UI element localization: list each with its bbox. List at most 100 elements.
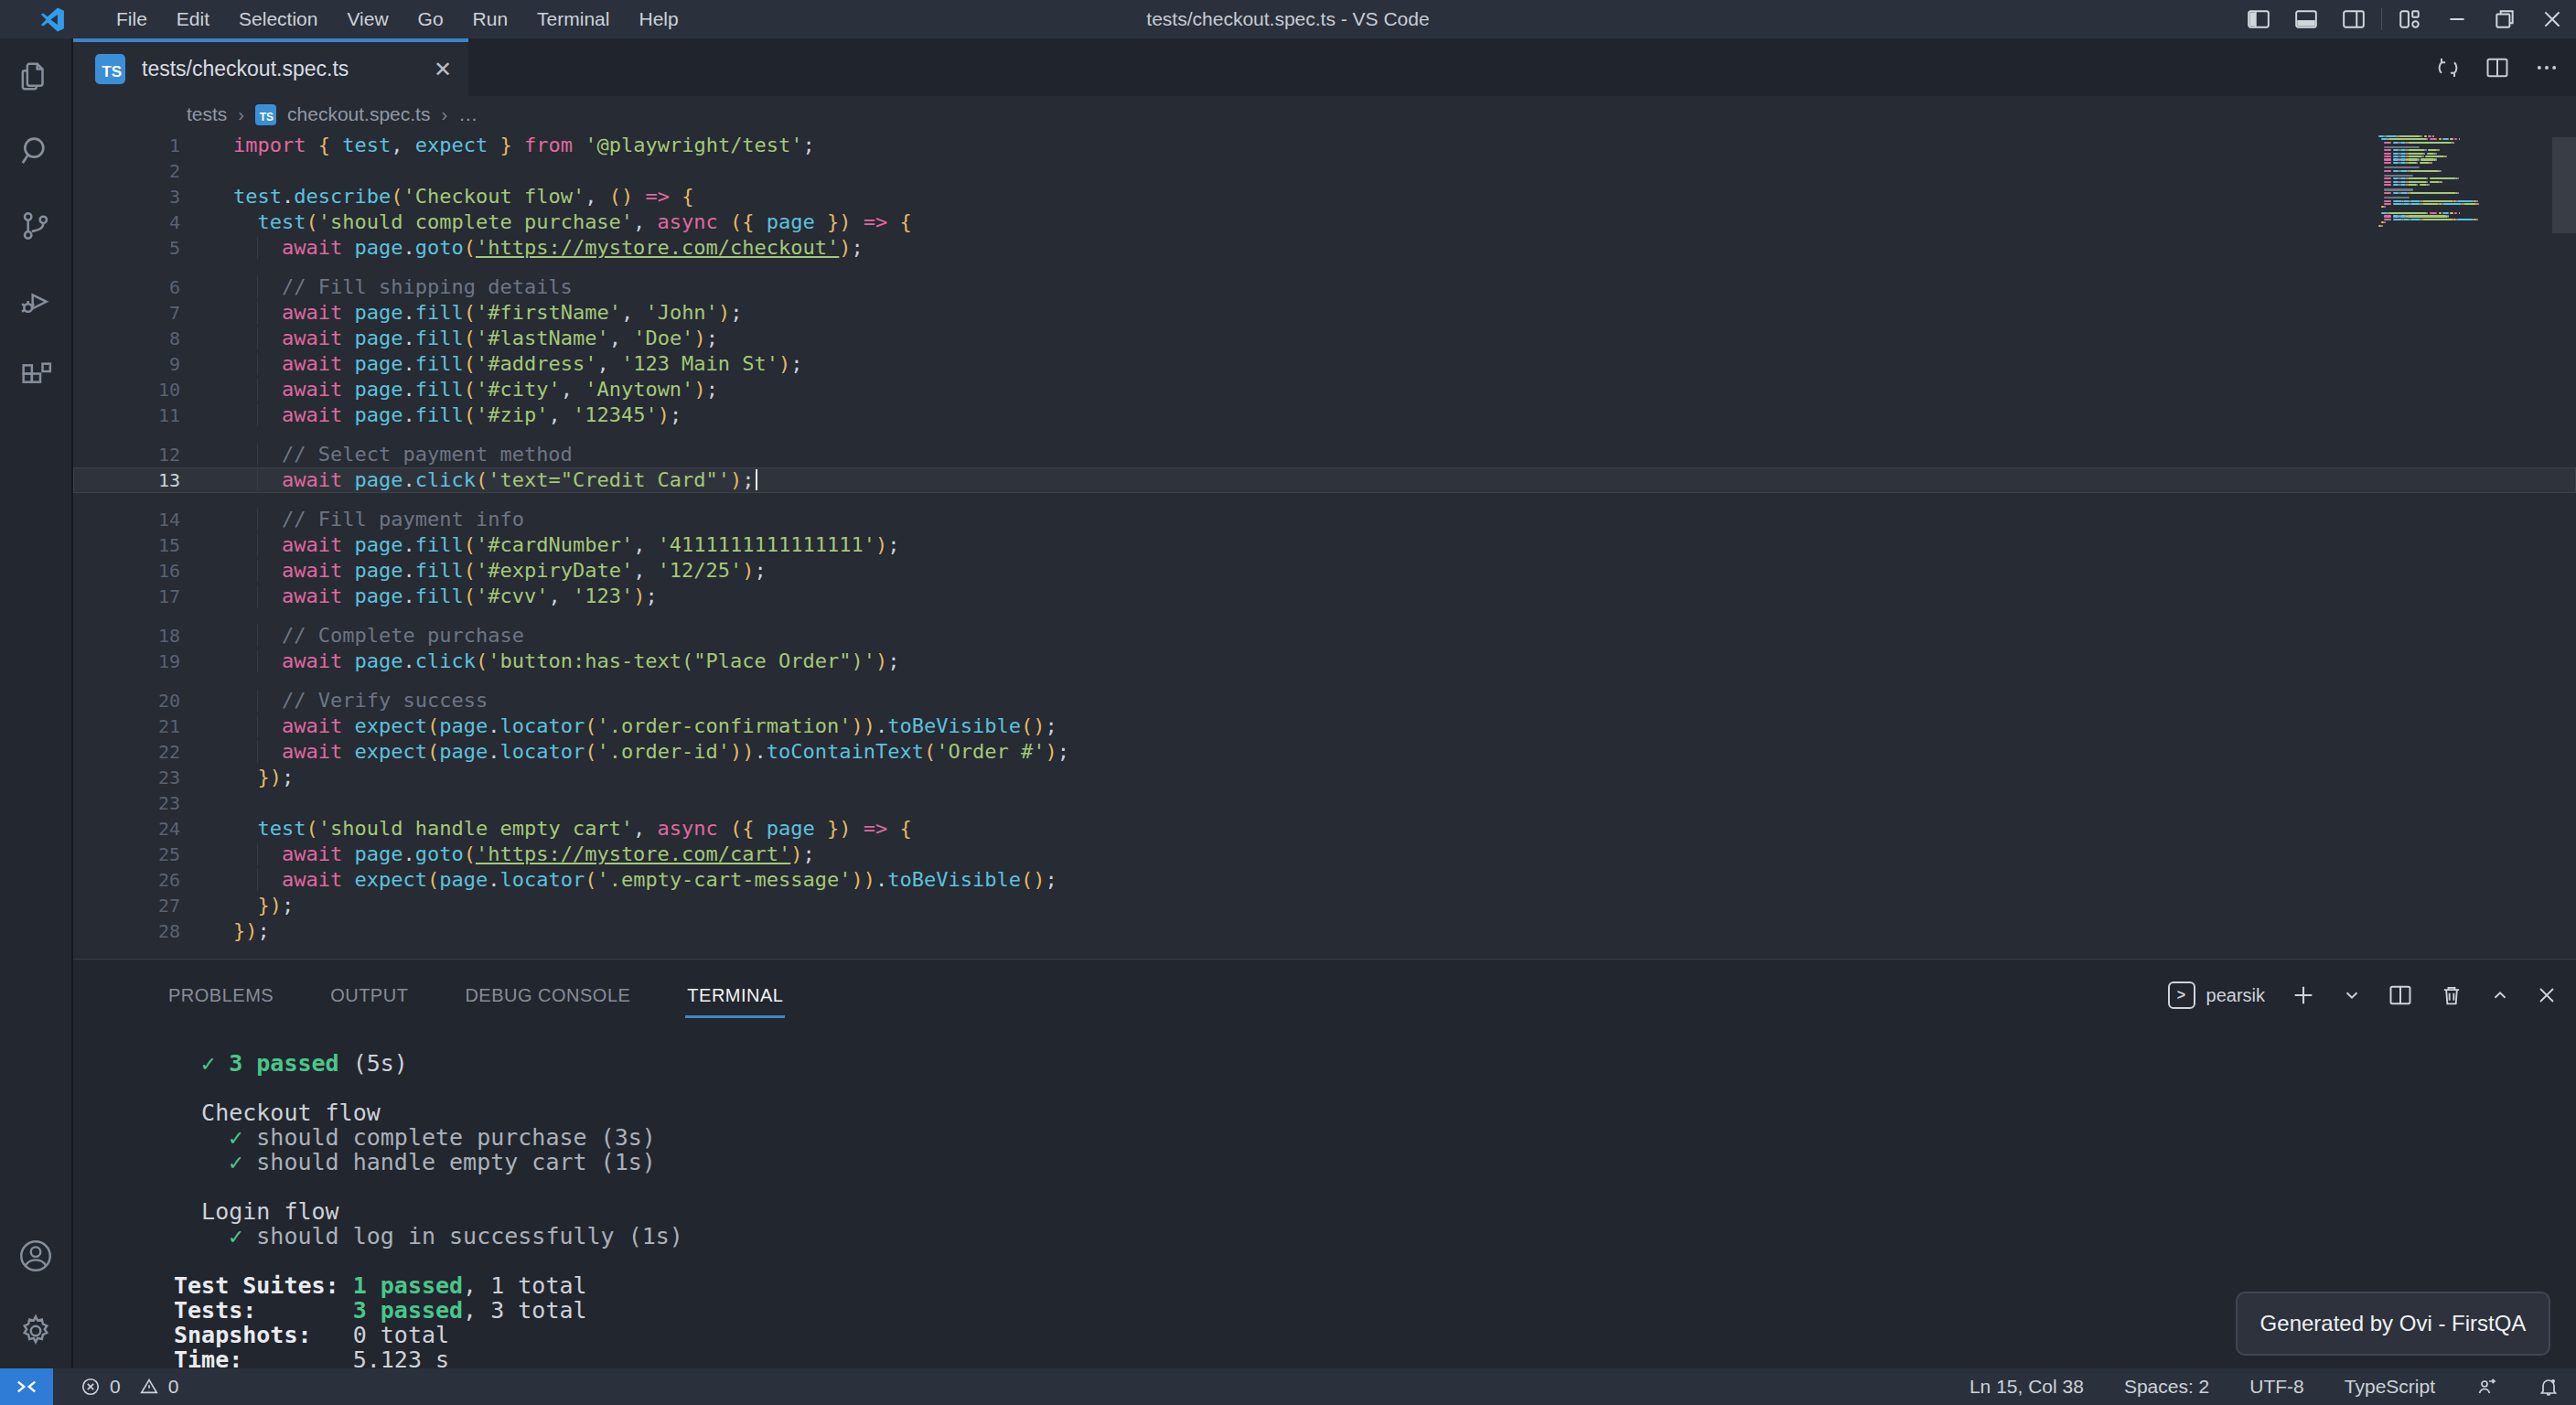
code-token: ( [464, 842, 476, 865]
terminal-output[interactable]: ✓ 3 passed (5s) Checkout flow ✓ should c… [73, 1031, 2576, 1372]
encoding[interactable]: UTF-8 [2249, 1376, 2304, 1398]
problems-status[interactable]: 0 0 [80, 1376, 178, 1398]
customize-layout-icon[interactable] [2386, 0, 2433, 38]
code-text: await page.goto('https://mystore.com/che… [210, 235, 864, 261]
code-editor[interactable]: 1import { test, expect } from '@playwrig… [73, 133, 2576, 959]
menu-file[interactable]: File [102, 0, 162, 38]
restore-button[interactable] [2481, 0, 2528, 38]
panel-tab-problems[interactable]: PROBLEMS [168, 960, 274, 1031]
close-panel-icon[interactable] [2536, 984, 2558, 1006]
minimap[interactable] [2378, 133, 2492, 228]
more-actions-icon[interactable] [2534, 55, 2560, 80]
code-line[interactable]: 17 await page.fill('#cvv', '123'); [73, 584, 2576, 609]
code-line[interactable]: 27 }); [73, 893, 2576, 918]
code-line[interactable]: 10 await page.fill('#city', 'Anytown'); [73, 377, 2576, 402]
code-line[interactable]: 6 // Fill shipping details [73, 274, 2576, 300]
panel-tab-debug-console[interactable]: DEBUG CONSOLE [465, 960, 630, 1031]
code-token: ( [306, 210, 317, 233]
split-terminal-icon[interactable] [2388, 982, 2413, 1008]
code-line[interactable]: 14 // Fill payment info [73, 507, 2576, 532]
terminal-name: pearsik [2206, 985, 2265, 1006]
indentation[interactable]: Spaces: 2 [2124, 1376, 2209, 1398]
menu-go[interactable]: Go [403, 0, 458, 38]
minimize-button[interactable] [2433, 0, 2481, 38]
code-token: test [258, 817, 306, 840]
breadcrumb-folder[interactable]: tests [187, 103, 227, 125]
menu-edit[interactable]: Edit [162, 0, 224, 38]
code-line[interactable]: 21 await expect(page.locator('.order-con… [73, 713, 2576, 739]
code-line[interactable]: 20 // Verify success [73, 688, 2576, 713]
feedback-icon[interactable] [2475, 1376, 2497, 1398]
code-line[interactable]: 7 await page.fill('#firstName', 'John'); [73, 300, 2576, 326]
menu-selection[interactable]: Selection [224, 0, 332, 38]
account-icon[interactable] [0, 1218, 72, 1293]
code-line[interactable]: 22 await expect(page.locator('.order-id'… [73, 739, 2576, 765]
toggle-panel-icon[interactable] [2282, 0, 2330, 38]
remote-indicator[interactable] [0, 1368, 53, 1405]
code-line[interactable]: 5 await page.goto('https://mystore.com/c… [73, 235, 2576, 261]
code-line[interactable]: 19 await page.click('button:has-text("Pl… [73, 649, 2576, 674]
cursor-position[interactable]: Ln 15, Col 38 [1970, 1376, 2084, 1398]
code-line[interactable]: 1import { test, expect } from '@playwrig… [73, 133, 2576, 158]
code-line[interactable]: 16 await page.fill('#expiryDate', '12/25… [73, 558, 2576, 584]
code-line[interactable]: 13 await page.click('text="Credit Card"'… [73, 467, 2576, 493]
menu-run[interactable]: Run [458, 0, 523, 38]
code-line[interactable]: 8 await page.fill('#lastName', 'Doe'); [73, 326, 2576, 351]
code-line[interactable]: 3test.describe('Checkout flow', () => { [73, 184, 2576, 209]
warning-icon [139, 1377, 159, 1397]
terminal-icon: > [2168, 981, 2195, 1009]
breadcrumb-file[interactable]: checkout.spec.ts [287, 103, 430, 125]
panel-tab-output[interactable]: OUTPUT [330, 960, 408, 1031]
code-line[interactable]: 9 await page.fill('#address', '123 Main … [73, 351, 2576, 377]
maximize-panel-icon[interactable] [2490, 985, 2510, 1005]
explorer-icon[interactable] [0, 38, 72, 113]
source-control-icon[interactable] [0, 188, 72, 263]
code-line[interactable]: 24 test('should handle empty cart', asyn… [73, 816, 2576, 842]
menu-view[interactable]: View [332, 0, 402, 38]
terminal-token: , 3 total [463, 1297, 586, 1324]
code-token [342, 352, 354, 375]
close-window-button[interactable] [2528, 0, 2576, 38]
chevron-right-icon: › [238, 104, 244, 125]
terminal-instance[interactable]: > pearsik [2168, 981, 2265, 1009]
code-line[interactable]: 18 // Complete purchase [73, 623, 2576, 649]
code-token: '.order-confirmation' [596, 714, 851, 737]
menu-help[interactable]: Help [624, 0, 692, 38]
code-line[interactable]: 12 // Select payment method [73, 442, 2576, 467]
settings-gear-icon[interactable] [0, 1293, 72, 1368]
notifications-bell-icon[interactable] [2538, 1376, 2560, 1398]
code-line[interactable]: 2 [73, 158, 2576, 184]
code-line[interactable]: 28}); [73, 918, 2576, 944]
kill-terminal-icon[interactable] [2439, 982, 2464, 1008]
code-line[interactable]: 4 test('should complete purchase', async… [73, 209, 2576, 235]
code-token: ( [427, 868, 439, 891]
line-number: 22 [73, 739, 210, 765]
panel-tab-terminal[interactable]: TERMINAL [687, 960, 783, 1031]
split-editor-icon[interactable] [2485, 55, 2510, 80]
search-icon[interactable] [0, 113, 72, 188]
toggle-secondary-sidebar-icon[interactable] [2330, 0, 2377, 38]
sync-changes-icon[interactable] [2435, 55, 2461, 80]
tab-checkout-spec[interactable]: TS tests/checkout.spec.ts ✕ [73, 38, 468, 96]
menu-terminal[interactable]: Terminal [522, 0, 624, 38]
code-token: , [391, 134, 415, 156]
code-line[interactable]: 26 await expect(page.locator('.empty-car… [73, 867, 2576, 893]
toggle-sidebar-icon[interactable] [2235, 0, 2282, 38]
indent-guide [257, 585, 258, 607]
code-token: page [439, 868, 488, 891]
new-terminal-icon[interactable] [2291, 982, 2316, 1008]
extensions-icon[interactable] [0, 338, 72, 413]
language-mode[interactable]: TypeScript [2345, 1376, 2435, 1398]
code-line[interactable]: 23 [73, 790, 2576, 816]
code-line[interactable]: 15 await page.fill('#cardNumber', '41111… [73, 532, 2576, 558]
code-line[interactable]: 23 }); [73, 765, 2576, 790]
code-line[interactable]: 11 await page.fill('#zip', '12345'); [73, 402, 2576, 428]
editor-scrollbar[interactable] [2552, 137, 2576, 233]
terminal-dropdown-icon[interactable] [2342, 985, 2362, 1005]
code-token: locator [499, 714, 585, 737]
breadcrumb-more[interactable]: … [458, 103, 478, 125]
tab-close-icon[interactable]: ✕ [434, 57, 452, 82]
code-line[interactable]: 25 await page.goto('https://mystore.com/… [73, 842, 2576, 867]
minimap-token [2393, 219, 2402, 220]
run-debug-icon[interactable] [0, 263, 72, 338]
